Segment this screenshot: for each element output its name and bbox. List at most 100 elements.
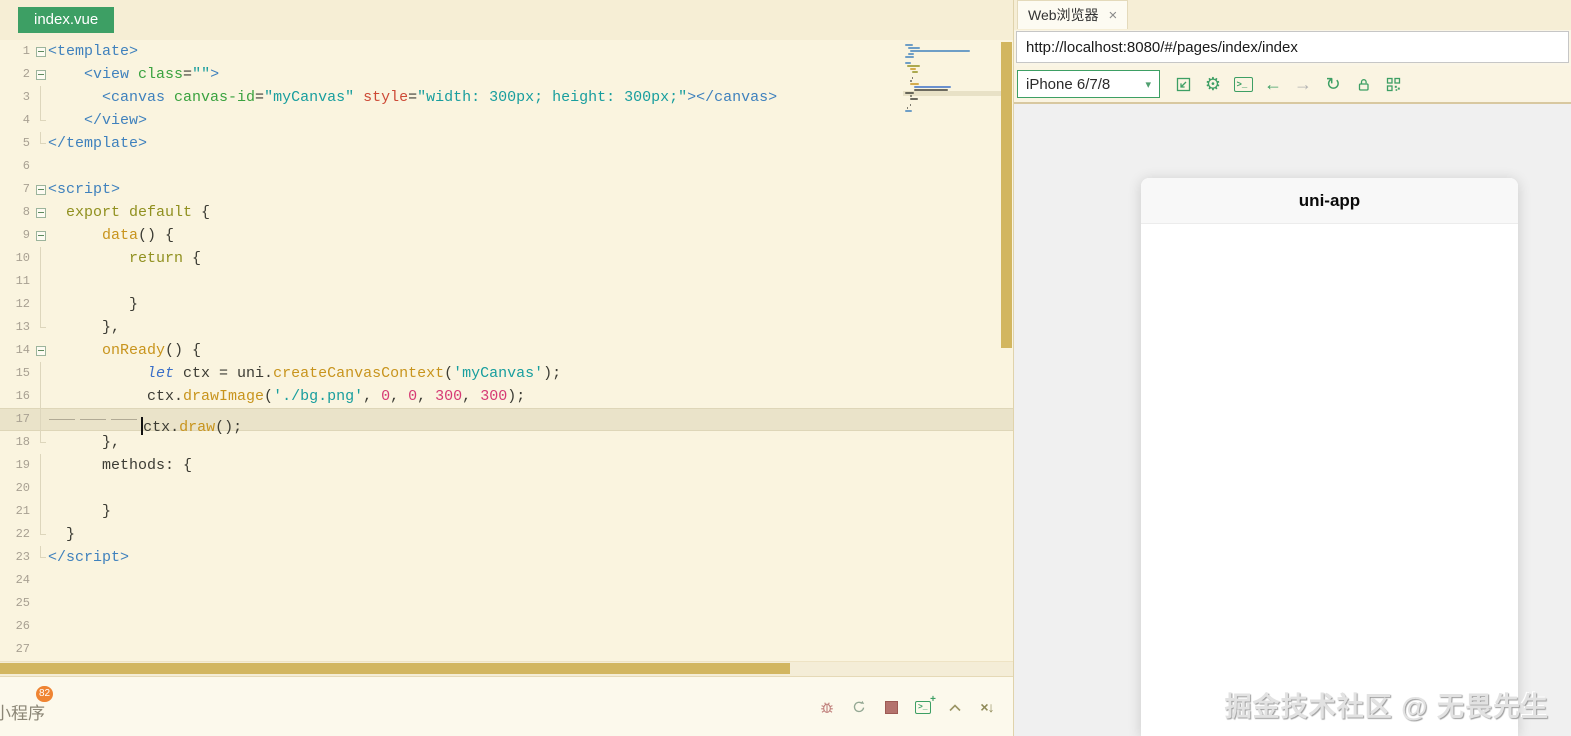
horizontal-scrollbar-thumb[interactable] [0, 663, 790, 674]
line-number: 17 [0, 408, 34, 431]
code-line-4[interactable]: 4</view> [0, 109, 1013, 132]
code-token: }, [102, 319, 120, 336]
minimap-line [905, 110, 912, 112]
fold-guide [34, 316, 48, 339]
fold-guide [34, 431, 48, 454]
code-line-25[interactable]: 25 [0, 592, 1013, 615]
code-token: 0 [408, 388, 417, 405]
code-line-11[interactable]: 11 [0, 270, 1013, 293]
tab-index-vue[interactable]: index.vue [18, 7, 114, 33]
close-icon[interactable]: × [1109, 8, 1118, 23]
code-token [165, 89, 174, 106]
line-number: 10 [0, 247, 34, 270]
code-token: , [363, 388, 381, 405]
refresh-icon[interactable]: ↻ [1318, 69, 1348, 99]
code-line-23[interactable]: 23</script> [0, 546, 1013, 569]
browser-viewport: uni-app 掘金技术社区 @ 无畏先生 [1014, 104, 1571, 736]
fold-collapse-icon[interactable] [34, 178, 48, 201]
code-line-8[interactable]: 8export default { [0, 201, 1013, 224]
code-line-15[interactable]: 15let ctx = uni.createCanvasContext('myC… [0, 362, 1013, 385]
open-external-browser-icon[interactable] [1168, 69, 1198, 99]
debug-bug-icon[interactable] [819, 699, 835, 715]
code-token: = [255, 89, 264, 106]
horizontal-scrollbar-track[interactable] [0, 661, 1013, 676]
line-number: 24 [0, 569, 34, 592]
code-token: ></canvas> [687, 89, 777, 106]
vertical-scrollbar[interactable] [1001, 42, 1012, 348]
code-line-22[interactable]: 22} [0, 523, 1013, 546]
fold-guide [34, 385, 48, 408]
minimap-line [912, 77, 913, 79]
minimap-line [910, 50, 970, 52]
code-line-13[interactable]: 13}, [0, 316, 1013, 339]
device-selector[interactable]: iPhone 6/7/8 ▾ [1017, 70, 1160, 98]
code-line-18[interactable]: 18}, [0, 431, 1013, 454]
fold-collapse-icon[interactable] [34, 201, 48, 224]
code-token: <canvas [102, 89, 165, 106]
minimap-line [914, 86, 951, 88]
code-line-7[interactable]: 7<script> [0, 178, 1013, 201]
code-line-3[interactable]: 3<canvas canvas-id="myCanvas" style="wid… [0, 86, 1013, 109]
fold-collapse-icon[interactable] [34, 40, 48, 63]
close-x-down-icon[interactable]: ×↓ [979, 699, 995, 715]
code-line-24[interactable]: 24 [0, 569, 1013, 592]
code-line-21[interactable]: 21} [0, 500, 1013, 523]
settings-gear-icon[interactable]: ⚙ [1198, 69, 1228, 99]
device-preview-frame: uni-app [1141, 178, 1518, 736]
line-number: 26 [0, 615, 34, 638]
minimap-line [907, 107, 908, 109]
line-number: 6 [0, 155, 34, 178]
fold-guide [34, 132, 48, 155]
code-line-16[interactable]: 16ctx.drawImage('./bg.png', 0, 0, 300, 3… [0, 385, 1013, 408]
code-line-1[interactable]: 1<template> [0, 40, 1013, 63]
code-line-2[interactable]: 2<view class=""> [0, 63, 1013, 86]
code-line-17[interactable]: 17ctx.draw(); [0, 408, 1013, 431]
qrcode-icon[interactable] [1378, 69, 1408, 99]
code-token [129, 66, 138, 83]
line-number: 9 [0, 224, 34, 247]
fold-collapse-icon[interactable] [34, 224, 48, 247]
mini-program-label[interactable]: 小程序 [0, 699, 45, 724]
fold-guide [34, 155, 48, 178]
minimap-line [905, 92, 914, 94]
console-prompt-glyph: >_ [1237, 80, 1248, 90]
address-bar[interactable] [1016, 31, 1569, 63]
code-token: style [363, 89, 408, 106]
console-icon[interactable]: >_ [1228, 69, 1258, 99]
code-line-12[interactable]: 12} [0, 293, 1013, 316]
code-line-5[interactable]: 5</template> [0, 132, 1013, 155]
code-line-19[interactable]: 19methods: { [0, 454, 1013, 477]
browser-preview-panel: Web浏览器 × iPhone 6/7/8 ▾ ⚙ >_ ← → [1013, 0, 1571, 736]
stop-icon[interactable] [883, 699, 899, 715]
code-token: "" [192, 66, 210, 83]
new-terminal-icon[interactable]: >_+ [915, 699, 931, 715]
tab-web-browser[interactable]: Web浏览器 × [1017, 0, 1128, 29]
line-number: 15 [0, 362, 34, 385]
minimap[interactable] [905, 44, 997, 125]
code-editor[interactable]: 1<template>2<view class="">3<canvas canv… [0, 40, 1013, 661]
minimap-line [910, 83, 919, 85]
minimap-line [910, 104, 911, 106]
code-line-14[interactable]: 14onReady() { [0, 339, 1013, 362]
code-token: ); [507, 388, 525, 405]
code-line-20[interactable]: 20 [0, 477, 1013, 500]
code-token: </script> [48, 549, 129, 566]
fold-collapse-icon[interactable] [34, 63, 48, 86]
restart-icon[interactable] [851, 699, 867, 715]
code-line-6[interactable]: 6 [0, 155, 1013, 178]
code-line-26[interactable]: 26 [0, 615, 1013, 638]
code-token: 300 [480, 388, 507, 405]
code-line-10[interactable]: 10return { [0, 247, 1013, 270]
line-number: 21 [0, 500, 34, 523]
minimap-line [910, 98, 918, 100]
fold-collapse-icon[interactable] [34, 339, 48, 362]
code-token: () { [165, 342, 201, 359]
editor-pane: index.vue 1<template>2<view class="">3<c… [0, 0, 1013, 736]
forward-icon[interactable]: → [1288, 69, 1318, 99]
lock-icon[interactable] [1348, 69, 1378, 99]
code-line-9[interactable]: 9data() { [0, 224, 1013, 247]
collapse-up-icon[interactable] [947, 699, 963, 715]
back-icon[interactable]: ← [1258, 69, 1288, 99]
code-token: { [192, 204, 210, 221]
code-line-27[interactable]: 27 [0, 638, 1013, 661]
